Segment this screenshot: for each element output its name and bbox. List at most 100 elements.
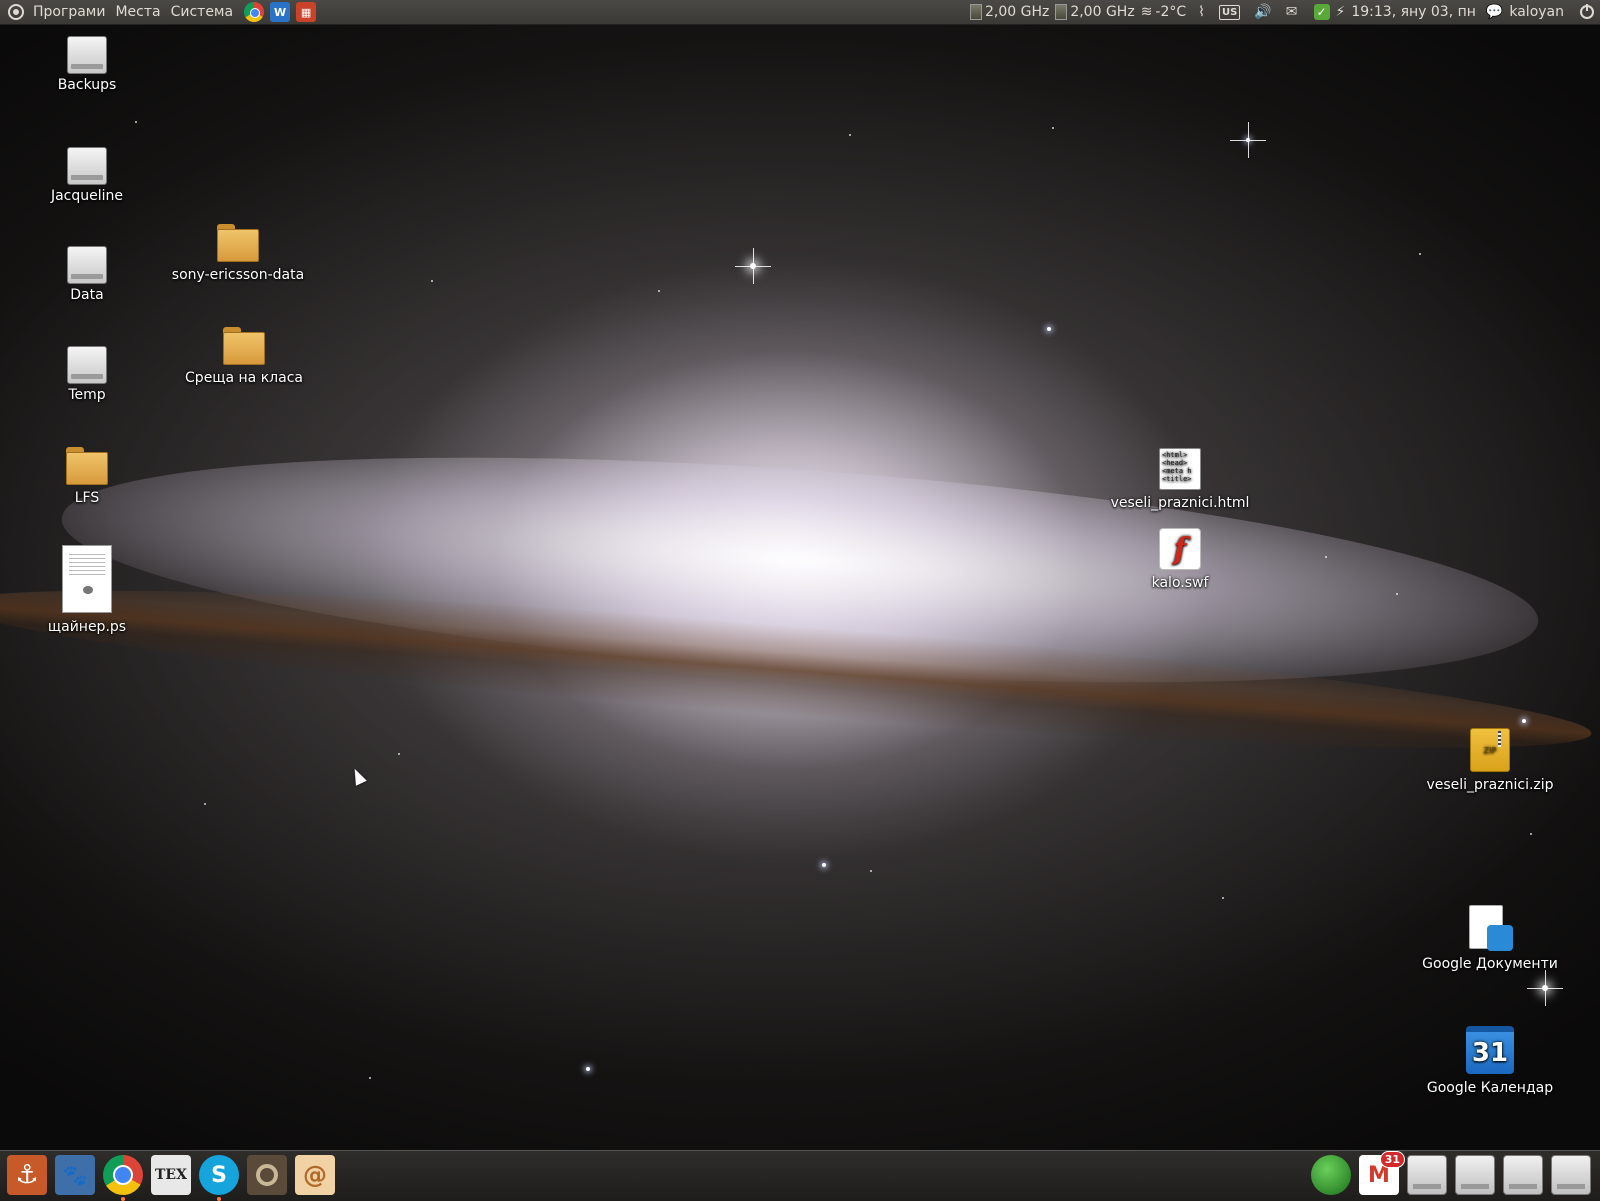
keyboard-layout-indicator[interactable]: US	[1219, 4, 1241, 20]
desktop-icon-html-file[interactable]: <html> <head> <meta h <title> veseli_pra…	[1105, 448, 1255, 511]
star	[1530, 833, 1532, 835]
star	[849, 134, 851, 136]
power-icon[interactable]	[1580, 4, 1594, 19]
menu-system[interactable]: Система	[166, 0, 238, 24]
star	[369, 1077, 371, 1079]
tex-label: TEX	[155, 1167, 187, 1183]
mail-icon[interactable]: ✉	[1286, 4, 1298, 20]
desktop-icon-label: Temp	[68, 387, 106, 403]
impress-icon[interactable]: ▦	[296, 2, 317, 22]
network-icon[interactable]: ⚡	[1336, 4, 1346, 20]
drive-icon	[67, 36, 107, 74]
star	[1222, 897, 1224, 899]
dock-anchor-icon[interactable]: ⚓	[7, 1155, 47, 1195]
update-ok-icon[interactable]: ✓	[1313, 4, 1330, 20]
cpu-freq-2[interactable]: 2,00 GHz	[1055, 4, 1135, 20]
menu-places[interactable]: Места	[110, 0, 165, 24]
star	[135, 121, 137, 123]
desktop-icon-backups[interactable]: Backups	[12, 36, 162, 93]
desktop-icon-sony-ericsson-data[interactable]: sony-ericsson-data	[163, 224, 313, 283]
running-indicator	[121, 1197, 125, 1201]
dock-drive-icon[interactable]	[1455, 1155, 1495, 1195]
star	[586, 1067, 590, 1071]
desktop-icon-label: sony-ericsson-data	[171, 267, 305, 283]
star	[1542, 985, 1548, 991]
desktop-icon-google-calendar[interactable]: 31 Google Календар	[1415, 1026, 1565, 1096]
menu-applications[interactable]: Програми	[28, 0, 110, 24]
mouse-cursor	[349, 766, 367, 786]
chat-icon[interactable]: 💬	[1486, 4, 1503, 20]
desktop-icon-label: kalo.swf	[1151, 575, 1209, 591]
desktop-icon-google-docs[interactable]: Google Документи	[1415, 905, 1565, 972]
weather-indicator[interactable]: ≋ -2°C	[1141, 4, 1186, 20]
volume-icon[interactable]: 🔊	[1254, 4, 1271, 20]
star	[431, 280, 433, 282]
desktop-icon-zip-file[interactable]: ZIP veseli_praznici.zip	[1415, 728, 1565, 793]
star	[204, 803, 206, 805]
user-name[interactable]: kaloyan	[1509, 4, 1564, 20]
weather-temp: -2°C	[1155, 4, 1187, 20]
star	[1396, 593, 1398, 595]
cpu-freq-1[interactable]: 2,00 GHz	[969, 4, 1050, 20]
desktop-icon-label: Data	[70, 287, 104, 303]
top-panel-indicators: 2,00 GHz 2,00 GHz ≋ -2°C ⌇ US 🔊 ✉ ✓ ⚡ 19…	[969, 0, 1600, 24]
postscript-document-icon	[62, 545, 112, 613]
desktop-icon-label: Jacqueline	[50, 188, 124, 204]
top-panel-left: Програми Места Система W ▦	[0, 0, 317, 24]
cpu-icon	[1055, 4, 1068, 20]
desktop-icon-label: щайнер.ps	[47, 619, 127, 635]
top-panel: Програми Места Система W ▦ 2,00 GHz 2,00…	[0, 0, 1600, 25]
zip-tag: ZIP	[1483, 745, 1497, 755]
dock-skype-icon[interactable]: S	[199, 1155, 239, 1195]
star	[870, 870, 872, 872]
dock-speaker-icon[interactable]	[247, 1155, 287, 1195]
bottom-dock: ⚓ 🐾 TEX S @ M 31	[0, 1150, 1600, 1201]
dock-drive-icon[interactable]	[1407, 1155, 1447, 1195]
dock-green-orb-icon[interactable]	[1311, 1155, 1351, 1195]
system-monitor-icon[interactable]: ⌇	[1198, 4, 1205, 20]
star	[658, 290, 660, 292]
drive-icon	[67, 246, 107, 284]
desktop-icon-lfs[interactable]: LFS	[12, 447, 162, 506]
writer-icon[interactable]: W	[270, 2, 291, 22]
gmail-badge: 31	[1379, 1151, 1405, 1168]
dock-drive-icon[interactable]	[1503, 1155, 1543, 1195]
folder-icon	[223, 327, 265, 365]
dock-trash-icon[interactable]	[1551, 1155, 1591, 1195]
flash-file-icon: f	[1159, 528, 1201, 570]
dock-gmail-icon[interactable]: M 31	[1359, 1151, 1405, 1195]
desktop-icon-swf-file[interactable]: f kalo.swf	[1105, 528, 1255, 591]
dock-shell-icon[interactable]: @	[295, 1155, 335, 1195]
drive-icon	[67, 346, 107, 384]
running-indicator	[217, 1197, 221, 1201]
desktop-icon-label: LFS	[74, 490, 100, 506]
chrome-icon[interactable]	[244, 2, 265, 22]
desktop-icon-temp[interactable]: Temp	[12, 346, 162, 403]
star	[398, 753, 400, 755]
desktop-icon-data[interactable]: Data	[12, 246, 162, 303]
dock-tex-icon[interactable]: TEX	[151, 1155, 191, 1195]
desktop-icon-ps-file[interactable]: щайнер.ps	[12, 545, 162, 635]
desktop-icon-jacqueline[interactable]: Jacqueline	[12, 147, 162, 204]
star	[1047, 327, 1051, 331]
desktop-icon-label: Google Календар	[1426, 1080, 1554, 1096]
desktop-icon-label: veseli_praznici.zip	[1426, 777, 1554, 793]
folder-icon	[66, 447, 108, 485]
desktop-icon-label: Google Документи	[1422, 956, 1558, 972]
cpu-icon	[969, 4, 982, 20]
desktop-icon-label: veseli_praznici.html	[1110, 495, 1250, 511]
google-calendar-icon: 31	[1466, 1026, 1514, 1074]
dock-gnome-foot-icon[interactable]: 🐾	[55, 1155, 95, 1195]
google-docs-icon	[1467, 905, 1513, 953]
dock-chrome-icon[interactable]	[103, 1155, 143, 1195]
zip-archive-icon: ZIP	[1470, 728, 1510, 772]
star	[822, 863, 826, 867]
star	[1246, 138, 1250, 142]
cpu-freq-1-label: 2,00 GHz	[984, 4, 1050, 20]
desktop-icon-label: Среща на класа	[185, 370, 303, 386]
star	[1419, 253, 1421, 255]
ubuntu-logo-icon[interactable]	[8, 4, 24, 20]
clock[interactable]: 19:13, яну 03, пн	[1351, 4, 1476, 20]
galaxy-disk	[54, 418, 1546, 722]
desktop-icon-sreshta-na-klasa[interactable]: Среща на класа	[169, 327, 319, 386]
